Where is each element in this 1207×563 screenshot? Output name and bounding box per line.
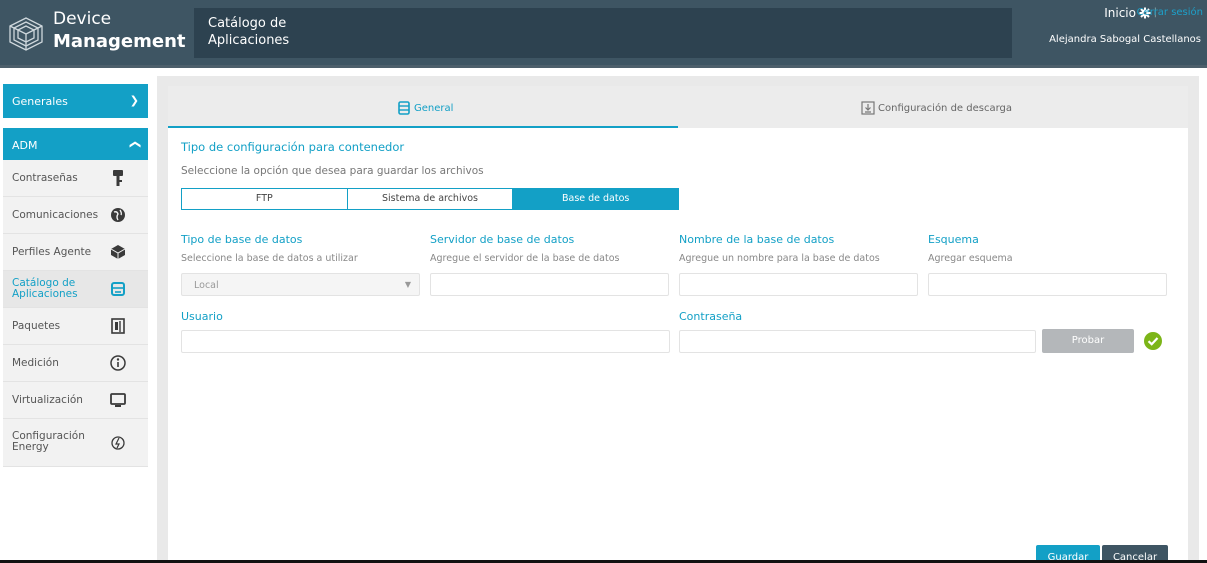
storage-type-selector: FTP Sistema de archivos Base de datos — [181, 188, 679, 210]
database-icon — [398, 101, 410, 115]
cubes-icon — [110, 245, 126, 259]
user-name: Alejandra Sabogal Castellanos — [1049, 34, 1201, 45]
schema-help: Agregar esquema — [928, 253, 1013, 264]
dbname-label: Nombre de la base de datos — [679, 233, 835, 246]
server-help: Agregue el servidor de la base de datos — [430, 253, 620, 264]
db-type-label: Tipo de base de datos — [181, 233, 303, 246]
device-management-logo — [9, 17, 43, 51]
chevron-up-icon: ❯ — [127, 139, 141, 150]
tab-general-content: General — [397, 101, 453, 115]
tab-general[interactable]: General — [168, 86, 678, 128]
sidebar-item-label-line2: Energy — [12, 441, 49, 453]
schema-input[interactable] — [928, 273, 1167, 296]
sidebar-section-label: Generales — [12, 95, 68, 108]
password-input[interactable] — [679, 330, 1036, 353]
server-label: Servidor de base de datos — [430, 233, 575, 246]
sidebar-item-label: Medición — [12, 357, 59, 369]
page-title-line2: Aplicaciones — [208, 33, 290, 48]
option-sistema-archivos[interactable]: Sistema de archivos — [348, 189, 514, 209]
sidebar-section-adm[interactable]: ADM ❯ — [3, 128, 148, 162]
sidebar-item-perfiles-agente[interactable]: Perfiles Agente — [3, 234, 148, 271]
db-type-help: Seleccione la base de datos a utilizar — [181, 253, 358, 264]
check-icon — [1144, 332, 1162, 350]
sidebar-item-virtualizacion[interactable]: Virtualización — [3, 382, 148, 419]
page-title-line1: Catálogo de — [208, 16, 287, 31]
gauge-icon — [110, 355, 126, 371]
tab-bar: General Configuración de descarga — [168, 86, 1188, 128]
section-description: Seleccione la opción que desea para guar… — [181, 165, 484, 177]
tab-configuracion-descarga[interactable]: Configuración de descarga — [678, 86, 1188, 128]
server-input[interactable] — [430, 273, 669, 296]
catalog-icon — [111, 282, 125, 296]
sidebar-item-label: Configuración Energy — [12, 431, 85, 453]
tab-descarga-content: Configuración de descarga — [861, 101, 1012, 115]
sidebar-item-medicion[interactable]: Medición — [3, 345, 148, 382]
sidebar-item-paquetes[interactable]: Paquetes — [3, 308, 148, 345]
brand-name-line2: Management — [53, 31, 186, 52]
sidebar-item-label: Catálogo de Aplicaciones — [12, 278, 78, 300]
sidebar-item-label: Perfiles Agente — [12, 246, 92, 258]
sidebar-item-comunicaciones[interactable]: Comunicaciones — [3, 197, 148, 234]
sidebar-item-label: Contraseñas — [12, 172, 78, 184]
sidebar-item-label-line2: Aplicaciones — [12, 288, 78, 300]
dbname-help: Agregue un nombre para la base de datos — [679, 253, 880, 264]
brand[interactable]: Device Management — [0, 0, 186, 68]
sidebar-item-contrasenas[interactable]: Contraseñas — [3, 160, 148, 197]
user-input[interactable] — [181, 330, 670, 353]
sidebar-section-label: ADM — [12, 139, 38, 152]
option-ftp[interactable]: FTP — [182, 189, 348, 209]
sidebar-item-catalogo-aplicaciones[interactable]: Catálogo de Aplicaciones — [3, 271, 148, 308]
password-label: Contraseña — [679, 310, 743, 323]
dropdown-arrow-icon: ▼ — [404, 280, 411, 289]
package-icon — [111, 318, 125, 334]
user-label: Usuario — [181, 310, 223, 323]
top-header: Device Management Catálogo de Aplicacion… — [0, 0, 1207, 68]
sidebar-section-generales[interactable]: Generales ❯ — [3, 84, 148, 118]
db-type-select[interactable]: Local ▼ — [181, 273, 420, 296]
option-base-datos[interactable]: Base de datos — [513, 189, 679, 209]
globe-icon — [111, 208, 125, 222]
sidebar-item-label: Virtualización — [12, 394, 83, 406]
sidebar: Generales ❯ ADM ❯ Contraseñas Comunicaci… — [3, 84, 148, 467]
brand-name-line1: Device — [53, 9, 112, 29]
tab-label: Configuración de descarga — [878, 102, 1012, 114]
monitor-icon — [110, 393, 126, 407]
home-label: Inicio — [1104, 6, 1136, 20]
chevron-down-icon: ❯ — [129, 94, 139, 107]
schema-label: Esquema — [928, 233, 979, 246]
sidebar-item-configuracion-energy[interactable]: Configuración Energy — [3, 419, 148, 467]
test-connection-button[interactable]: Probar — [1042, 329, 1134, 353]
logout-link[interactable]: Cerrar sesión — [1137, 7, 1203, 18]
sidebar-item-label: Comunicaciones — [12, 209, 99, 221]
dbname-input[interactable] — [679, 273, 918, 296]
energy-icon — [111, 436, 125, 450]
db-type-value: Local — [194, 280, 219, 291]
key-icon — [113, 170, 123, 186]
sidebar-item-label: Paquetes — [12, 320, 61, 332]
tab-label: General — [414, 102, 454, 114]
download-icon — [861, 101, 875, 115]
section-title: Tipo de configuración para contenedor — [181, 140, 405, 154]
page-title-box: Catálogo de Aplicaciones — [194, 8, 1012, 58]
